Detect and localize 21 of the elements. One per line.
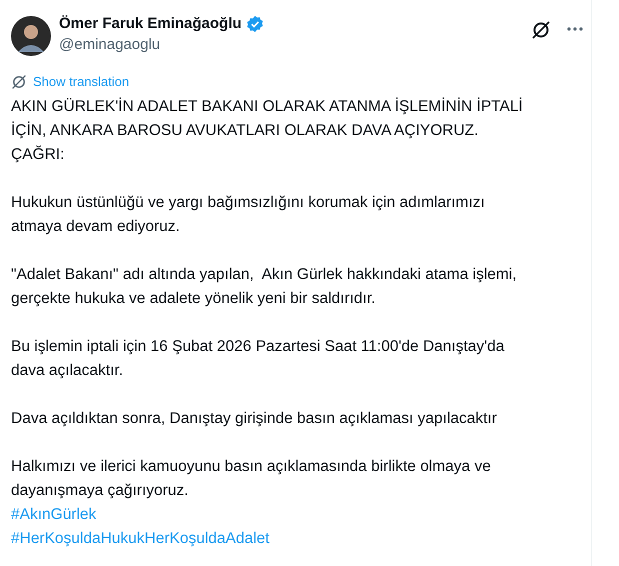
tweet-text-line: ÇAĞRI: — [11, 144, 66, 165]
show-translation-link[interactable]: Show translation — [33, 74, 130, 90]
tweet-text-line: Bu işlemin iptali için 16 Şubat 2026 Pazartesi Saat 11:00'de Danıştay'da — [11, 337, 506, 357]
tweet-text-line: İÇİN, ANKARA BAROSU AVUKATLARI OLARAK DAVA AÇIYORUZ. — [11, 120, 480, 141]
slashed-circle-icon — [11, 74, 27, 90]
more-icon[interactable] — [566, 26, 584, 32]
hashtag-link[interactable]: #HerKoşuldaHukukHerKoşuldaAdalet — [11, 530, 270, 547]
tweet-text-line: dava açılacaktır. — [11, 361, 124, 381]
avatar-icon[interactable] — [11, 16, 51, 56]
tweet-text-line: gerçekte hukuka ve adalete yönelik yeni bir saldırıdır. — [11, 289, 376, 309]
author-handle[interactable]: @eminagaoglu — [59, 35, 264, 55]
hashtag-link[interactable]: #AkınGürlek — [11, 506, 96, 523]
tweet-text-line: dayanışmaya çağırıyoruz. — [11, 481, 190, 501]
tweet-text-line: AKIN GÜRLEK'İN ADALET BAKANI OLARAK ATANMA İŞLEMİNİN İPTALİ — [11, 96, 524, 117]
tweet-text-line: Halkımızı ve ilerici kamuoyunu basın açıklamasında birlikte olmaya ve — [11, 457, 492, 477]
tweet-text-line: "Adalet Bakanı" adı altında yapılan, Akın Gürlek hakkındaki atama işlemi, — [11, 265, 518, 285]
tweet-text-line: atmaya devam ediyoruz. — [11, 217, 181, 237]
slashed-circle-icon[interactable] — [531, 20, 551, 40]
author-name[interactable]: Ömer Faruk Eminağaoğlu — [59, 14, 242, 34]
tweet-text-line: Dava açıldıktan sonra, Danıştay girişinde basın açıklaması yapılacaktır — [11, 409, 498, 429]
tweet-text-line: Hukukun üstünlüğü ve yargı bağımsızlığını korumak için adımlarımızı — [11, 193, 486, 213]
